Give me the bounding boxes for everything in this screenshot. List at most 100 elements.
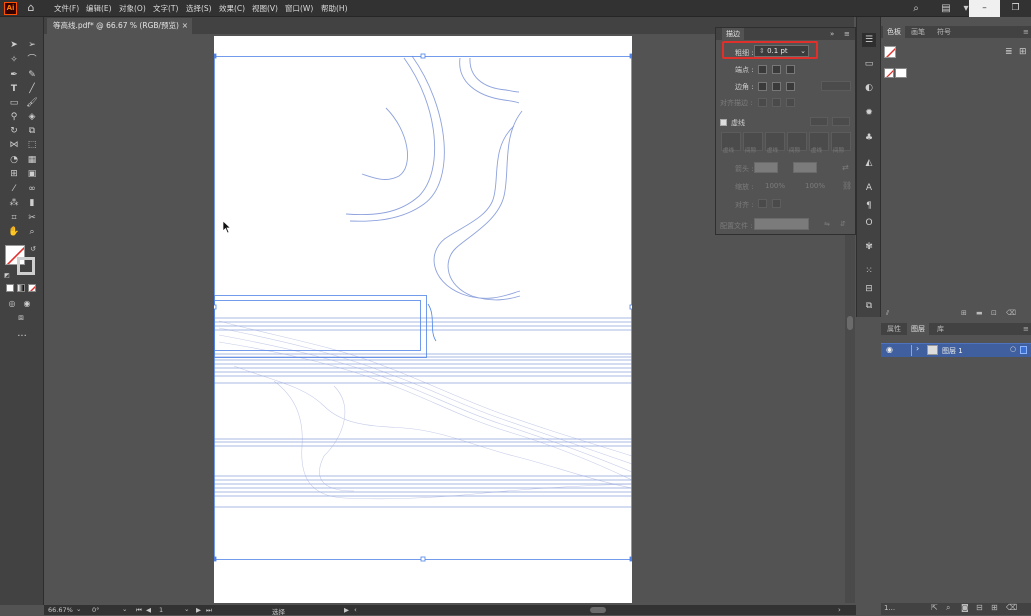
butt-cap-button[interactable] (758, 65, 767, 74)
swatch-options-icon[interactable]: ⊡ (991, 309, 997, 317)
rotate-tool-icon[interactable]: ↻ (7, 125, 21, 138)
color-panel-icon[interactable]: ◐ (862, 81, 876, 95)
miter-limit-field[interactable] (821, 81, 851, 91)
eraser-tool-icon[interactable]: ◈ (25, 111, 39, 124)
shape-builder-tool-icon[interactable]: ◔ (7, 154, 21, 167)
blend-tool-icon[interactable]: ∞ (25, 183, 39, 196)
gradient-tool-icon[interactable]: ▣ (25, 168, 39, 181)
mesh-tool-icon[interactable]: ⊞ (7, 168, 21, 181)
end-arrowhead-select[interactable] (793, 162, 817, 173)
dashed-line-checkbox[interactable] (720, 119, 727, 126)
layer-name[interactable]: 图层 1 (942, 346, 963, 356)
status-menu-icon[interactable]: ▶ (344, 606, 349, 614)
panel-menu-icon[interactable]: ≡ (1019, 26, 1031, 38)
default-fill-stroke-icon[interactable]: ◩ (2, 269, 12, 282)
stroke-panel-tab[interactable]: 描边 (722, 28, 744, 40)
pen-tool-icon[interactable]: ✒ (7, 69, 21, 82)
home-icon[interactable]: ⌂ (24, 1, 38, 15)
menu-select[interactable]: 选择(S) (186, 3, 212, 14)
opentype-icon[interactable]: O (862, 216, 876, 230)
end-scale-value[interactable]: 100% (805, 182, 825, 190)
delete-layer-icon[interactable]: ⌫ (1006, 603, 1017, 612)
selection-tool-icon[interactable]: ➤ (7, 39, 21, 52)
tab-properties[interactable]: 属性 (883, 323, 905, 335)
swap-arrowheads-icon[interactable]: ⇄ (842, 163, 849, 172)
curvature-tool-icon[interactable]: ✎ (25, 69, 39, 82)
first-artboard-icon[interactable]: ⏮ (136, 606, 142, 615)
layer-row[interactable]: ◉ › 图层 1 ○ (881, 343, 1031, 357)
graphic-styles-icon[interactable]: ♣ (862, 131, 876, 145)
target-icon[interactable]: ○ (1010, 345, 1016, 353)
tab-libraries[interactable]: 库 (933, 323, 948, 335)
none-mode-icon[interactable] (28, 284, 36, 292)
shaper-tool-icon[interactable]: ⚲ (7, 111, 21, 124)
swatch-registration[interactable] (895, 68, 907, 78)
new-swatch-icon[interactable]: ⊞ (961, 309, 967, 317)
arrange-documents-icon[interactable]: ▤ (938, 1, 954, 16)
hand-tool-icon[interactable]: ✋ (7, 226, 21, 239)
last-artboard-icon[interactable]: ⏭ (206, 606, 212, 615)
round-join-button[interactable] (772, 82, 781, 91)
grid-view-icon[interactable]: ⊞ (1019, 47, 1027, 57)
menu-window[interactable]: 窗口(W) (285, 3, 313, 14)
edit-toolbar-icon[interactable]: ··· (15, 330, 29, 343)
tab-symbols[interactable]: 符号 (933, 26, 955, 38)
export-icon[interactable]: ⇱ (931, 603, 938, 612)
preserve-dash-button[interactable] (810, 117, 828, 126)
tab-layers[interactable]: 图层 (907, 323, 929, 335)
menu-type[interactable]: 文字(T) (153, 3, 178, 14)
pathfinder-icon[interactable]: ⧉ (862, 299, 876, 313)
prev-artboard-icon[interactable]: ◀ (146, 606, 151, 614)
close-icon[interactable]: × (182, 18, 188, 34)
free-transform-tool-icon[interactable]: ⬚ (25, 139, 39, 152)
character-icon[interactable]: A (862, 181, 876, 195)
flip-along-icon[interactable]: ⇋ (824, 220, 830, 228)
eyedropper-tool-icon[interactable]: ⁄ (7, 183, 21, 196)
scale-tool-icon[interactable]: ⧉ (25, 125, 39, 138)
contour-artwork[interactable] (214, 36, 632, 603)
properties-panel-icon[interactable]: ☰ (862, 33, 876, 47)
swap-fill-stroke-icon[interactable]: ↺ (28, 243, 38, 256)
start-arrowhead-select[interactable] (754, 162, 778, 173)
width-tool-icon[interactable]: ⋈ (7, 139, 21, 152)
align-outside-button[interactable] (786, 98, 795, 107)
clipping-mask-icon[interactable]: ◙ (961, 603, 969, 612)
chevron-down-icon[interactable]: ⌄ (76, 605, 81, 613)
panel-menu-icon[interactable]: ≡ (1019, 323, 1031, 335)
link-scale-icon[interactable]: ⛓ (842, 181, 852, 190)
paintbrush-tool-icon[interactable]: 🖌 (25, 97, 39, 110)
restore-button[interactable]: ❐ (1000, 0, 1031, 17)
rotate-value[interactable]: 0° (92, 606, 99, 614)
perspective-grid-tool-icon[interactable]: ▦ (25, 154, 39, 167)
start-scale-value[interactable]: 100% (765, 182, 785, 190)
flip-across-icon[interactable]: ⇵ (840, 220, 846, 228)
menu-edit[interactable]: 编辑(E) (86, 3, 112, 14)
magic-wand-tool-icon[interactable]: ✧ (7, 54, 21, 67)
delete-swatch-icon[interactable]: ⌫ (1006, 309, 1016, 317)
list-view-icon[interactable]: ≣ (1005, 47, 1013, 57)
transparency-icon[interactable]: ◭ (862, 156, 876, 170)
new-sublayer-icon[interactable]: ⊟ (976, 603, 983, 612)
chevron-right-icon[interactable]: › (916, 344, 919, 353)
symbol-sprayer-tool-icon[interactable]: ⁂ (7, 197, 21, 210)
zoom-level[interactable]: 66.67% (48, 606, 73, 614)
menu-effect[interactable]: 效果(C) (219, 3, 245, 14)
scroll-left-icon[interactable]: ‹ (354, 606, 357, 614)
eye-icon[interactable]: ◉ (886, 345, 893, 354)
locate-object-icon[interactable]: ⌕ (946, 603, 950, 613)
menu-view[interactable]: 视图(V) (252, 3, 278, 14)
collapse-panel-icon[interactable]: » (830, 28, 834, 40)
new-layer-icon[interactable]: ⊞ (991, 603, 998, 612)
screen-mode-icon[interactable]: ⧈ (14, 312, 28, 325)
menu-file[interactable]: 文件(F) (54, 3, 79, 14)
align-center-button[interactable] (758, 98, 767, 107)
artboard-number[interactable]: 1 (159, 606, 163, 614)
selection-indicator[interactable] (1020, 346, 1027, 354)
projecting-cap-button[interactable] (786, 65, 795, 74)
folder-icon[interactable]: ▬ (976, 309, 983, 317)
paragraph-icon[interactable]: ¶ (862, 199, 876, 213)
arrow-align-extend-button[interactable] (758, 199, 767, 208)
chevron-down-icon[interactable]: ⌄ (184, 605, 189, 613)
rectangle-tool-icon[interactable]: ▭ (7, 97, 21, 110)
transform-icon[interactable]: ⁙ (862, 264, 876, 278)
